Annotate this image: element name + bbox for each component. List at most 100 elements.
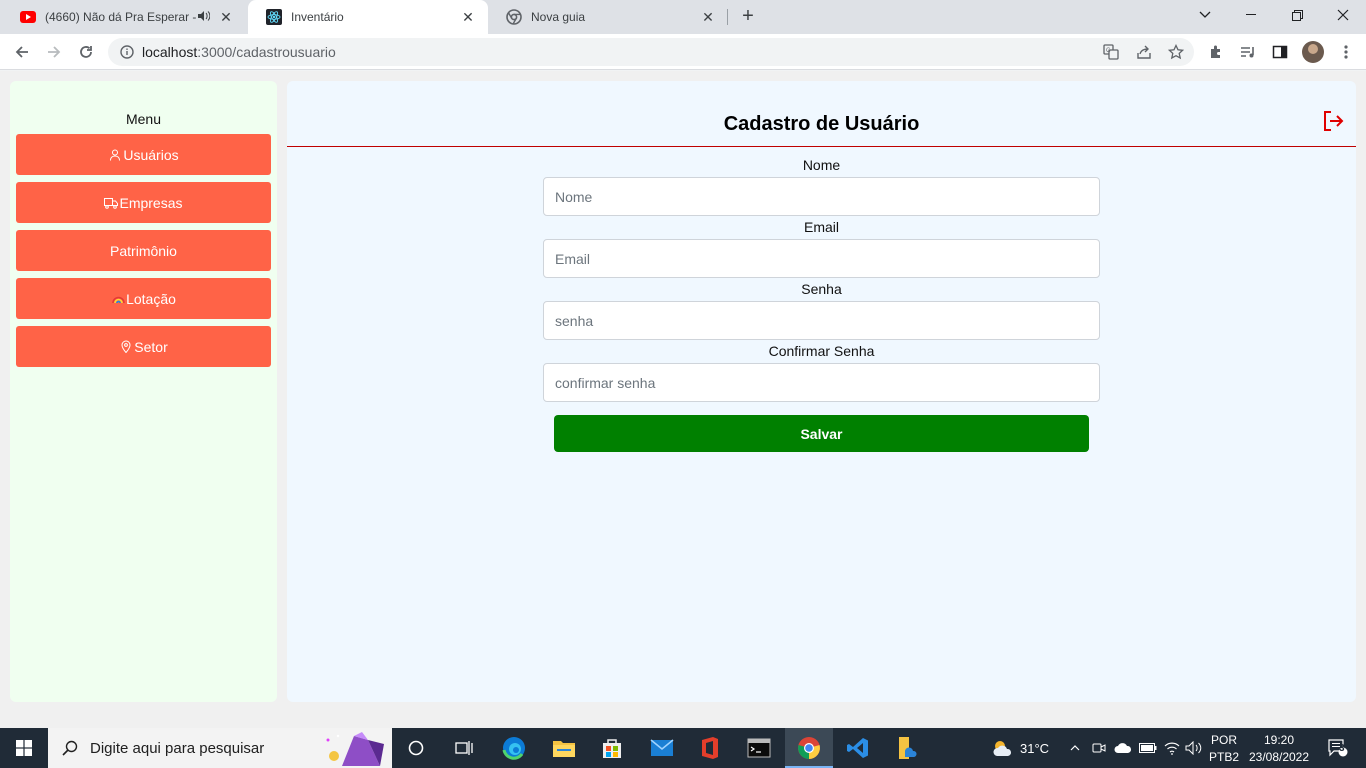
chrome-menu-button[interactable] [1332,38,1360,66]
menu-button-label: Usuários [123,146,179,163]
window-close-button[interactable] [1320,0,1366,30]
email-input[interactable] [543,239,1100,278]
reload-button[interactable] [72,38,100,66]
vscode-icon [847,738,868,758]
terminal-app[interactable] [735,728,783,768]
windows-icon [16,740,32,756]
nome-label: Nome [802,157,841,173]
weather-temperature[interactable]: 31°C [1020,741,1049,756]
sidebar: Menu Usuários Empresas Patrimônio Lotaçã… [10,81,277,702]
chevron-up-icon [1070,745,1080,751]
info-icon[interactable] [120,45,134,59]
volume-icon[interactable] [1184,728,1204,768]
close-icon[interactable]: ✕ [218,9,234,25]
address-bar[interactable]: localhost:3000/cadastrousuario G [108,38,1194,66]
tab-search-button[interactable] [1182,0,1228,30]
onedrive-folder-app[interactable] [883,728,931,768]
new-tab-button[interactable]: + [738,6,758,27]
restore-button[interactable] [1274,0,1320,30]
search-placeholder: Digite aqui para pesquisar [90,739,265,757]
confirmar-senha-input[interactable] [543,363,1100,402]
document-folder-icon [899,737,917,759]
show-hidden-icons-button[interactable] [1066,728,1084,768]
search-highlight-image [322,730,392,766]
page-title: Cadastro de Usuário [723,113,920,135]
task-view-button[interactable] [440,728,488,768]
language-line2[interactable]: PTB2 [1208,750,1240,764]
notification-count: 3 [1339,743,1345,754]
tab-separator [727,9,728,25]
forward-button[interactable] [40,38,68,66]
clock-time[interactable]: 19:20 [1244,733,1314,747]
close-icon [1337,9,1349,21]
media-button[interactable] [1234,38,1262,66]
chrome-app[interactable] [785,728,833,768]
user-icon [108,148,122,162]
minimize-button[interactable] [1228,0,1274,30]
star-icon[interactable] [1165,42,1187,62]
meet-now-icon[interactable] [1090,728,1108,768]
weather-icon[interactable] [988,728,1018,768]
logout-button[interactable] [1321,109,1345,133]
tab-youtube[interactable]: (4660) Não dá Pra Esperar - Y ✕ [2,0,246,34]
minimize-icon [1246,14,1256,15]
menu-button-patrimonio[interactable]: Patrimônio [16,230,271,271]
arrow-left-icon [15,46,28,58]
office-app[interactable] [686,728,734,768]
notification-icon [1328,739,1348,757]
menu-button-label: Lotação [126,290,176,307]
cortana-icon [408,740,424,756]
close-icon[interactable]: ✕ [460,9,476,25]
title-divider [287,146,1356,147]
menu-title: Menu [125,111,162,127]
truck-icon [104,196,119,210]
notification-center-button[interactable]: 3 [1318,728,1358,768]
chrome-icon [798,737,820,759]
nome-input[interactable] [543,177,1100,216]
taskbar: Digite aqui para pesquisar 31°C POR PTB2… [0,728,1366,768]
store-app[interactable] [588,728,636,768]
url-host: localhost [142,44,198,60]
menu-button-lotacao[interactable]: Lotação [16,278,271,319]
edge-app[interactable] [490,728,538,768]
menu-button-label: Patrimônio [110,242,177,259]
tab-inventario[interactable]: Inventário ✕ [248,0,488,34]
start-button[interactable] [0,728,48,768]
save-button[interactable]: Salvar [554,415,1089,452]
senha-input[interactable] [543,301,1100,340]
menu-button-setor[interactable]: Setor [16,326,271,367]
store-icon [603,739,621,758]
menu-button-empresas[interactable]: Empresas [16,182,271,223]
youtube-icon [20,9,36,25]
file-explorer-app[interactable] [540,728,588,768]
vscode-app[interactable] [834,728,882,768]
tab-strip: (4660) Não dá Pra Esperar - Y ✕ Inventár… [0,0,1366,34]
share-icon[interactable] [1133,42,1155,62]
language-line1[interactable]: POR [1208,733,1240,747]
svg-text:G: G [1106,48,1111,54]
mail-app[interactable] [638,728,686,768]
close-icon[interactable]: ✕ [700,9,716,25]
battery-icon[interactable] [1138,728,1158,768]
clock-date[interactable]: 23/08/2022 [1244,750,1314,764]
cortana-button[interactable] [392,728,440,768]
arrow-right-icon [48,46,61,58]
page-viewport: Menu Usuários Empresas Patrimônio Lotaçã… [0,71,1366,728]
queue-music-icon [1241,47,1254,58]
tab-title: Nova guia [531,10,586,24]
translate-icon[interactable]: G [1100,42,1122,62]
task-view-icon [455,741,473,755]
profile-avatar[interactable] [1302,41,1324,63]
side-panel-button[interactable] [1266,38,1294,66]
wifi-icon[interactable] [1162,728,1182,768]
office-icon [702,737,718,759]
menu-button-usuarios[interactable]: Usuários [16,134,271,175]
onedrive-icon[interactable] [1112,728,1134,768]
tab-nova-guia[interactable]: Nova guia ✕ [488,0,728,34]
menu-button-label: Empresas [119,194,183,211]
folder-icon [553,741,575,757]
speaker-icon[interactable] [198,10,211,24]
taskbar-search[interactable]: Digite aqui para pesquisar [48,728,392,768]
extensions-button[interactable] [1202,38,1230,66]
back-button[interactable] [8,38,36,66]
